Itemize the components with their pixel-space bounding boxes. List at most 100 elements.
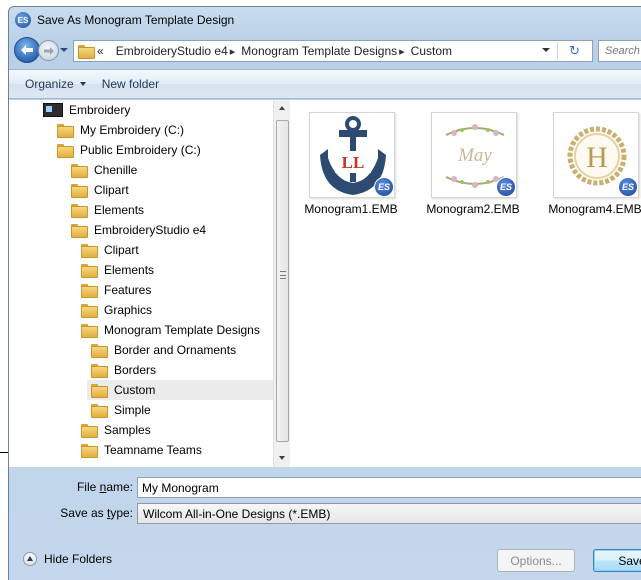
new-folder-button[interactable]: New folder: [94, 77, 167, 91]
tree-item-features[interactable]: Features: [81, 280, 151, 300]
tree-item-public-embroidery[interactable]: Public Embroidery (C:): [57, 140, 201, 160]
breadcrumb-item[interactable]: EmbroideryStudio e4: [116, 44, 228, 58]
folder-icon: [81, 444, 98, 458]
divider: [557, 43, 558, 59]
folder-icon: [91, 364, 108, 378]
file-thumbnail: H ES: [553, 112, 639, 198]
save-label: Save: [618, 553, 641, 568]
file-name-label: File name:: [76, 480, 133, 494]
tree-item-teamname-teams[interactable]: Teamname Teams: [81, 440, 202, 460]
tree-item-custom[interactable]: Custom: [87, 380, 273, 400]
save-button[interactable]: Save: [593, 549, 641, 572]
folder-icon: [71, 204, 88, 218]
folder-icon: [81, 424, 98, 438]
tree-item-label: Teamname Teams: [104, 443, 202, 457]
breadcrumb-item[interactable]: Monogram Template Designs: [241, 44, 397, 58]
file-item-monogram1[interactable]: LL ES Monogram1.EMB: [291, 108, 411, 226]
options-button[interactable]: Options...: [497, 549, 575, 572]
save-form: File name: Save as type: Wilcom All-in-O…: [9, 467, 641, 580]
organize-label: Organize: [25, 77, 74, 91]
address-bar[interactable]: « EmbroideryStudio e4 ▸ Monogram Templat…: [73, 40, 593, 62]
folder-icon: [57, 124, 74, 138]
thumb-letters: H: [586, 141, 608, 174]
chevron-right-icon[interactable]: ▸: [399, 45, 405, 58]
search-input[interactable]: [599, 41, 641, 61]
chevron-up-icon: [23, 552, 37, 566]
embroidery-library-icon: [43, 103, 63, 117]
save-as-dialog: ES Save As Monogram Template Design « Em…: [8, 6, 641, 580]
tree-item-label: Samples: [104, 423, 151, 437]
tree-item-label: Graphics: [104, 303, 153, 317]
tree-item-borders[interactable]: Borders: [91, 360, 156, 380]
refresh-icon[interactable]: ↻: [569, 43, 580, 59]
tree-item-label: Borders: [114, 363, 157, 377]
es-badge-icon: ES: [374, 177, 394, 197]
breadcrumb-overflow[interactable]: «: [97, 44, 104, 58]
breadcrumb-item[interactable]: Custom: [411, 44, 452, 58]
hide-folders-button[interactable]: Hide Folders: [23, 552, 112, 566]
tree-item-label: Embroidery: [69, 103, 131, 117]
tree-item-label: Simple: [114, 403, 151, 417]
folder-icon: [81, 284, 98, 298]
title-bar: ES Save As Monogram Template Design: [9, 7, 641, 33]
thumb-letters: May: [457, 145, 492, 166]
tree-item-graphics[interactable]: Graphics: [81, 300, 152, 320]
back-arrow-icon: [21, 45, 33, 55]
browser-area: Embroidery My Embroidery (C:) Public Emb…: [9, 100, 641, 467]
navigation-bar: « EmbroideryStudio e4 ▸ Monogram Templat…: [9, 35, 641, 65]
file-list: LL ES Monogram1.EMB May ES Monogram2.EMB…: [291, 100, 641, 467]
chevron-right-icon[interactable]: ▸: [230, 45, 236, 58]
hide-folders-label: Hide Folders: [44, 552, 113, 566]
tree-item-label: Clipart: [94, 183, 129, 197]
tree-item-label: Features: [104, 283, 152, 297]
folder-icon: [81, 304, 98, 318]
tree-item-embroiderystudio-e4[interactable]: EmbroideryStudio e4: [71, 220, 206, 240]
file-thumbnail: May ES: [431, 112, 517, 198]
recent-pages-dropdown[interactable]: [60, 45, 68, 55]
folder-icon: [91, 384, 108, 398]
scroll-down-icon[interactable]: [274, 450, 291, 467]
tree-item-monogram-template-designs[interactable]: Monogram Template Designs: [81, 320, 260, 340]
file-name-field[interactable]: [137, 477, 641, 498]
es-badge-icon: ES: [496, 177, 516, 197]
back-button[interactable]: [14, 37, 40, 63]
file-name-input[interactable]: [138, 478, 641, 497]
folder-icon: [81, 264, 98, 278]
file-item-monogram4[interactable]: H ES Monogram4.EMB: [535, 108, 641, 226]
folder-icon: [71, 184, 88, 198]
tree-item-border-and-ornaments[interactable]: Border and Ornaments: [91, 340, 236, 360]
scroll-up-icon[interactable]: [274, 100, 291, 117]
tree-item-clipart[interactable]: Clipart: [71, 180, 129, 200]
file-thumbnail: LL ES: [309, 112, 395, 198]
search-box[interactable]: [598, 40, 641, 62]
tree-item-samples[interactable]: Samples: [81, 420, 151, 440]
folder-icon: [71, 164, 88, 178]
thumb-letters: LL: [342, 153, 365, 172]
organize-menu-button[interactable]: Organize: [17, 77, 94, 91]
tree-item-elements[interactable]: Elements: [71, 200, 144, 220]
file-name: Monogram2.EMB: [426, 202, 520, 216]
tree-item-clipart[interactable]: Clipart: [81, 240, 139, 260]
tree-item-label: Custom: [114, 383, 156, 397]
navigation-tree: Embroidery My Embroidery (C:) Public Emb…: [17, 100, 273, 467]
tree-item-my-embroidery[interactable]: My Embroidery (C:): [57, 120, 184, 140]
command-bar: Organize New folder: [9, 69, 641, 99]
address-history-dropdown-icon[interactable]: [542, 48, 550, 52]
tree-item-chenille[interactable]: Chenille: [71, 160, 137, 180]
tree-item-elements[interactable]: Elements: [81, 260, 154, 280]
options-label: Options...: [510, 553, 562, 568]
folder-icon: [91, 404, 108, 418]
file-item-monogram2[interactable]: May ES Monogram2.EMB: [413, 108, 533, 226]
window-title: Save As Monogram Template Design: [37, 13, 235, 27]
tree-item-label: Monogram Template Designs: [104, 323, 260, 337]
tree-item-embroidery[interactable]: Embroidery: [43, 100, 130, 120]
new-folder-label: New folder: [101, 77, 160, 91]
folder-icon: [91, 344, 108, 358]
scrollbar-thumb[interactable]: [276, 120, 289, 442]
save-as-type-select[interactable]: Wilcom All-in-One Designs (*.EMB): [137, 503, 641, 524]
tree-item-simple[interactable]: Simple: [91, 400, 151, 420]
forward-button[interactable]: [38, 40, 59, 61]
tree-scrollbar[interactable]: [273, 100, 290, 467]
save-as-type-label: Save as type:: [60, 506, 133, 520]
folder-icon: [78, 45, 95, 59]
